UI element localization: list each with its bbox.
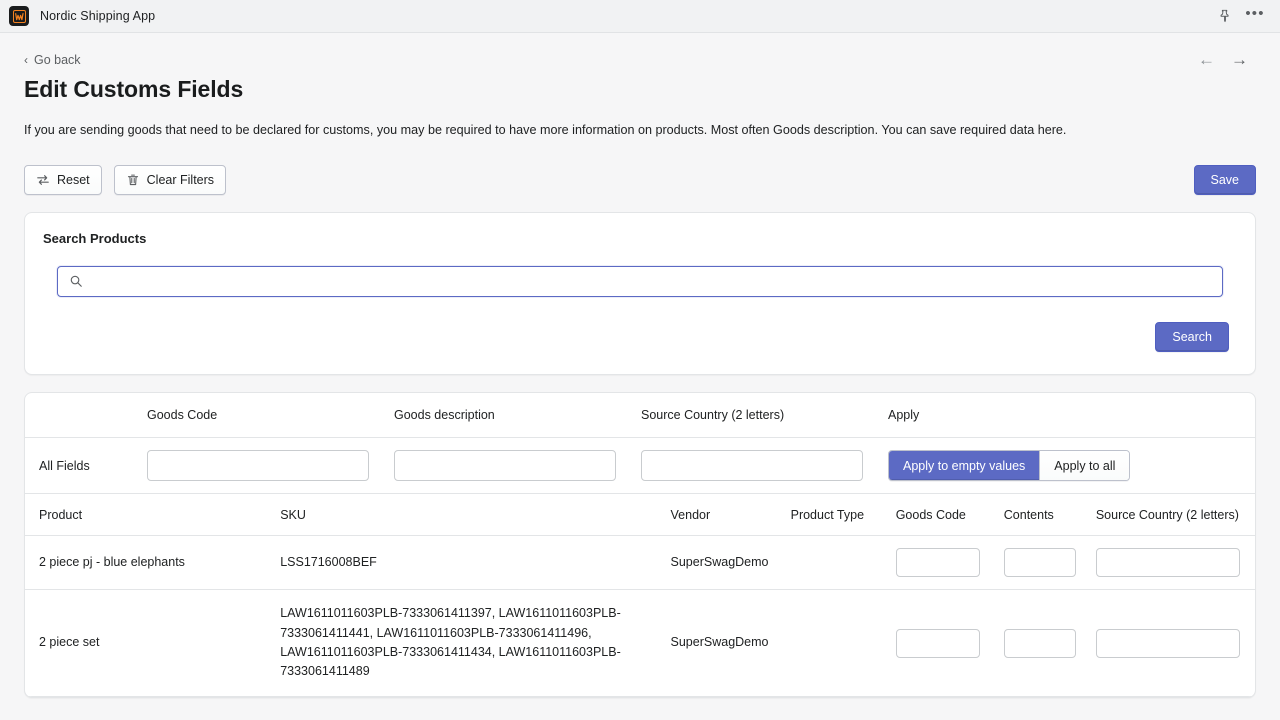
trash-icon bbox=[126, 173, 140, 187]
apply-buttons-cell: Apply to empty values Apply to all bbox=[888, 450, 1241, 482]
chevron-left-icon: ‹ bbox=[24, 52, 28, 67]
filter-header-source-country: Source Country (2 letters) bbox=[641, 408, 785, 423]
goods-code-field-wrap bbox=[895, 628, 980, 658]
filter-header-goods-code: Goods Code bbox=[147, 408, 218, 423]
pin-icon[interactable] bbox=[1212, 3, 1238, 29]
row-goods-code-input[interactable] bbox=[895, 548, 980, 578]
page-description: If you are sending goods that need to be… bbox=[24, 123, 1067, 137]
all-fields-label: All Fields bbox=[39, 458, 90, 473]
cell-source-country bbox=[1095, 589, 1255, 697]
save-label: Save bbox=[1210, 173, 1240, 188]
products-table: Product SKU Vendor Product Type Goods Co… bbox=[25, 494, 1255, 697]
apply-segmented-control: Apply to empty values Apply to all bbox=[888, 450, 1131, 482]
search-field[interactable] bbox=[57, 266, 1223, 298]
cell-product-type bbox=[790, 535, 896, 591]
th-vendor: Vendor bbox=[670, 494, 791, 537]
cell-vendor: SuperSwagDemo bbox=[670, 535, 791, 591]
arrow-right-icon[interactable]: → bbox=[1231, 51, 1248, 68]
filter-goods-description-input[interactable] bbox=[394, 450, 616, 482]
source-country-field-wrap bbox=[1095, 628, 1240, 658]
row-source-country-input[interactable] bbox=[1095, 548, 1240, 578]
goods-code-field-wrap bbox=[895, 548, 980, 578]
row-source-country-input[interactable] bbox=[1095, 628, 1240, 658]
page-header-row: ‹ Go back ← → bbox=[24, 51, 1256, 68]
th-goods-code: Goods Code bbox=[895, 494, 1004, 537]
app-logo-icon bbox=[9, 6, 29, 26]
arrow-left-icon[interactable]: ← bbox=[1198, 51, 1215, 68]
clear-filters-button[interactable]: Clear Filters bbox=[113, 165, 227, 196]
cell-product: 2 piece pj - blue elephants bbox=[25, 535, 281, 591]
app-title: Nordic Shipping App bbox=[40, 9, 156, 23]
cell-contents bbox=[1003, 535, 1096, 591]
app-topbar: Nordic Shipping App ••• bbox=[0, 0, 1280, 33]
filter-input-row: All Fields Apply to empty values Apply t… bbox=[25, 438, 1255, 495]
customs-fields-table-card: Goods Code Goods description Source Coun… bbox=[24, 392, 1256, 698]
reset-button[interactable]: Reset bbox=[24, 165, 102, 196]
page-content: ‹ Go back ← → Edit Customs Fields If you… bbox=[0, 33, 1280, 720]
filter-header-goods-description: Goods description bbox=[394, 408, 495, 423]
search-button-label: Search bbox=[1172, 330, 1212, 345]
th-product-type: Product Type bbox=[790, 494, 896, 537]
products-table-body: 2 piece pj - blue elephants LSS1716008BE… bbox=[25, 535, 1255, 697]
row-contents-input[interactable] bbox=[1003, 628, 1076, 658]
swap-arrows-icon bbox=[36, 173, 50, 187]
page-title: Edit Customs Fields bbox=[24, 76, 244, 102]
th-product: Product bbox=[25, 494, 281, 537]
ellipsis-icon[interactable]: ••• bbox=[1242, 3, 1268, 29]
cell-product-type bbox=[790, 589, 896, 697]
filter-goods-description-cell bbox=[394, 450, 641, 482]
cell-product: 2 piece set bbox=[25, 589, 281, 697]
filter-goods-code-cell bbox=[147, 450, 394, 482]
row-goods-code-input[interactable] bbox=[895, 628, 980, 658]
th-sku: SKU bbox=[280, 494, 671, 537]
table-row: 2 piece pj - blue elephants LSS1716008BE… bbox=[25, 535, 1255, 591]
row-contents-input[interactable] bbox=[1003, 548, 1076, 578]
search-products-title: Search Products bbox=[43, 231, 147, 247]
products-header-row: Product SKU Vendor Product Type Goods Co… bbox=[25, 494, 1255, 537]
search-products-card: Search Products Search bbox=[24, 212, 1256, 376]
cell-goods-code bbox=[895, 535, 1004, 591]
th-source-country: Source Country (2 letters) bbox=[1095, 494, 1255, 537]
apply-to-empty-values-button[interactable]: Apply to empty values bbox=[889, 451, 1040, 481]
filter-source-country-cell bbox=[641, 450, 888, 482]
filter-header-apply: Apply bbox=[888, 408, 920, 423]
filter-header-row: Goods Code Goods description Source Coun… bbox=[25, 393, 1255, 439]
search-icon bbox=[69, 274, 83, 293]
th-contents: Contents bbox=[1003, 494, 1096, 537]
products-table-head: Product SKU Vendor Product Type Goods Co… bbox=[25, 494, 1255, 537]
contents-field-wrap bbox=[1003, 548, 1076, 578]
cell-goods-code bbox=[895, 589, 1004, 697]
search-actions: Search bbox=[25, 297, 1255, 374]
cell-vendor: SuperSwagDemo bbox=[670, 589, 791, 697]
contents-field-wrap bbox=[1003, 628, 1076, 658]
cell-sku: LAW1611011603PLB-7333061411397, LAW16110… bbox=[280, 589, 671, 697]
apply-to-all-button[interactable]: Apply to all bbox=[1039, 451, 1130, 481]
cell-sku: LSS1716008BEF bbox=[280, 535, 671, 591]
reset-label: Reset bbox=[57, 173, 90, 188]
go-back-label: Go back bbox=[34, 52, 81, 67]
search-input[interactable] bbox=[58, 267, 1222, 297]
source-country-field-wrap bbox=[1095, 548, 1240, 578]
go-back-link[interactable]: ‹ Go back bbox=[24, 53, 81, 67]
search-button[interactable]: Search bbox=[1155, 322, 1229, 353]
search-field-row bbox=[25, 246, 1255, 298]
table-row: 2 piece set LAW1611011603PLB-73330614113… bbox=[25, 589, 1255, 697]
filter-source-country-input[interactable] bbox=[641, 450, 863, 482]
cell-contents bbox=[1003, 589, 1096, 697]
save-button[interactable]: Save bbox=[1193, 165, 1256, 196]
action-toolbar: Reset Clear Filters Save bbox=[24, 165, 1256, 196]
cell-source-country bbox=[1095, 535, 1255, 591]
clear-filters-label: Clear Filters bbox=[146, 173, 215, 188]
page-navigation: ← → bbox=[1198, 51, 1256, 68]
filter-goods-code-input[interactable] bbox=[147, 450, 369, 482]
